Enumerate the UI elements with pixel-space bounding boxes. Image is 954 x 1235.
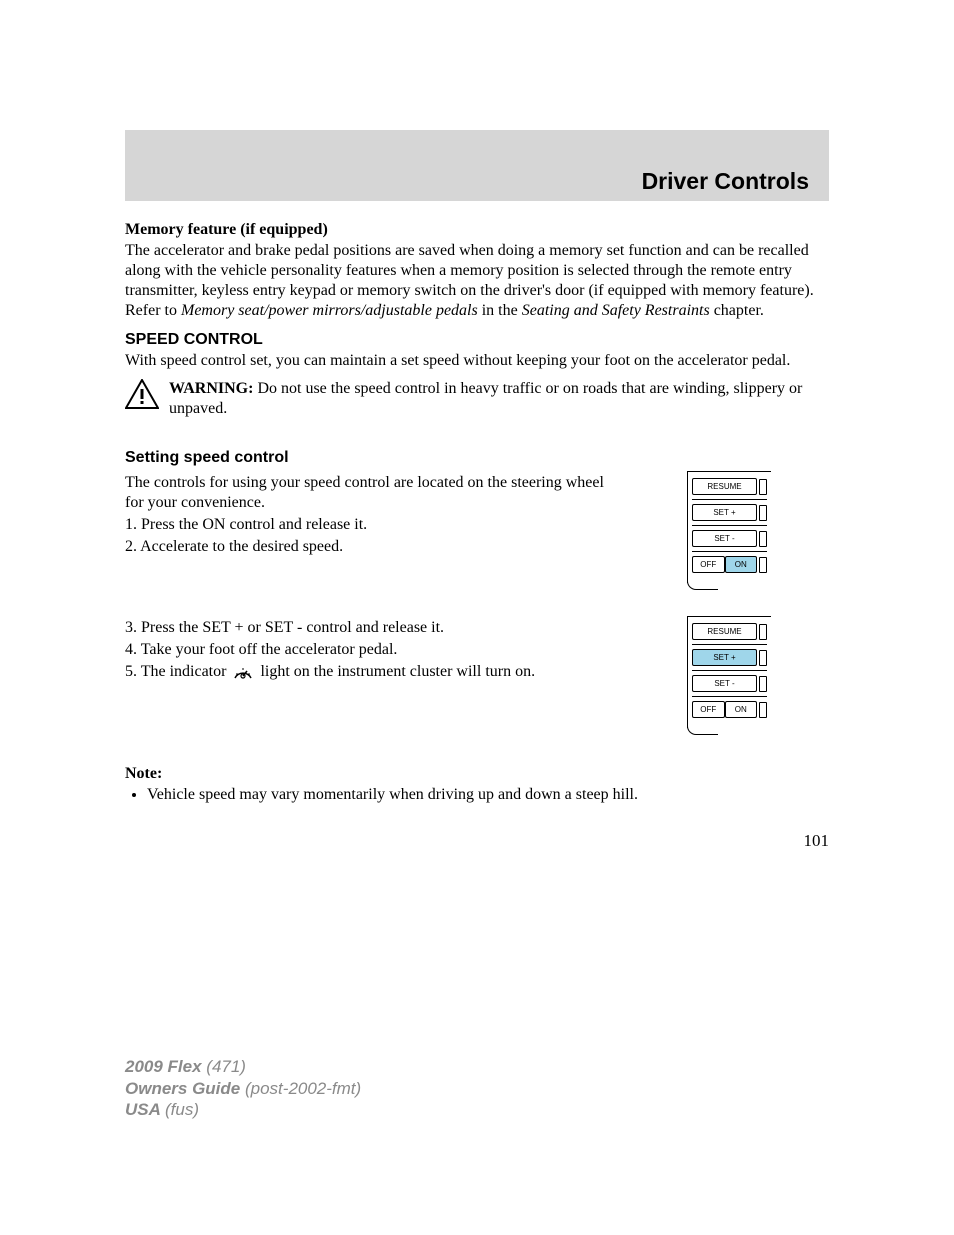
resume-tab (759, 479, 767, 495)
on-button-highlighted: ON (725, 556, 758, 573)
setting-b-p3b: light on the instrument cluster will tur… (260, 663, 535, 680)
warning-triangle-icon (125, 379, 159, 409)
setting-b-p3a: 5. The indicator (125, 663, 230, 680)
setting-b-p1: 3. Press the SET + or SET - control and … (125, 618, 609, 638)
setp-tab-2 (759, 650, 767, 666)
setm-tab-2 (759, 676, 767, 692)
note-heading: Note: (125, 765, 162, 782)
note-item-1: Vehicle speed may vary momentarily when … (147, 785, 829, 805)
off-button: OFF (692, 556, 725, 573)
setting-b-p3: 5. The indicator light on the instrument… (125, 662, 609, 682)
cruise-indicator-icon (232, 664, 254, 680)
memory-text-c: in the (478, 302, 522, 319)
set-plus-button-highlighted: SET + (692, 649, 757, 666)
resume-button: RESUME (692, 478, 757, 495)
setting-a-p3: 2. Accelerate to the desired speed. (125, 537, 609, 557)
setting-a-p1: The controls for using your speed contro… (125, 473, 609, 513)
speed-intro: With speed control set, you can maintain… (125, 351, 829, 371)
footer: 2009 Flex (471) Owners Guide (post-2002-… (125, 1056, 361, 1120)
on-tab (759, 557, 767, 573)
setting-block-b: 3. Press the SET + or SET - control and … (125, 616, 829, 735)
memory-heading: Memory feature (if equipped) (125, 221, 829, 239)
on-button-2: ON (725, 701, 758, 718)
setting-block-a: The controls for using your speed contro… (125, 471, 829, 590)
set-plus-button: SET + (692, 504, 757, 521)
warning-text: WARNING: Do not use the speed control in… (169, 379, 829, 419)
warning-label: WARNING: (169, 380, 253, 397)
setting-b-p2: 4. Take your foot off the accelerator pe… (125, 640, 609, 660)
setting-a-p2: 1. Press the ON control and release it. (125, 515, 609, 535)
warning-body: Do not use the speed control in heavy tr… (169, 380, 802, 417)
setting-speed-heading: Setting speed control (125, 449, 829, 467)
set-minus-button: SET - (692, 530, 757, 547)
memory-text-b: Memory seat/power mirrors/adjustable ped… (181, 302, 478, 319)
on-tab-2 (759, 702, 767, 718)
speed-control-panel-1: RESUME SET + SET - OFF ON (687, 471, 771, 590)
memory-paragraph: The accelerator and brake pedal position… (125, 241, 829, 321)
page-number: 101 (125, 831, 829, 851)
setp-tab (759, 505, 767, 521)
footer-l3a: USA (125, 1100, 165, 1119)
speed-control-panel-2: RESUME SET + SET - OFF ON (687, 616, 771, 735)
footer-l2a: Owners Guide (125, 1079, 245, 1098)
warning-block: WARNING: Do not use the speed control in… (125, 377, 829, 421)
chapter-title: Driver Controls (642, 168, 809, 195)
memory-text-e: chapter. (710, 302, 764, 319)
setm-tab (759, 531, 767, 547)
set-minus-button-2: SET - (692, 675, 757, 692)
resume-tab-2 (759, 624, 767, 640)
resume-button-2: RESUME (692, 623, 757, 640)
note-list: Vehicle speed may vary momentarily when … (125, 785, 829, 805)
footer-l3b: (fus) (165, 1100, 199, 1119)
footer-l2b: (post-2002-fmt) (245, 1079, 361, 1098)
speed-control-heading: SPEED CONTROL (125, 331, 829, 349)
footer-l1a: 2009 Flex (125, 1057, 206, 1076)
memory-text-d: Seating and Safety Restraints (522, 302, 710, 319)
off-button-2: OFF (692, 701, 725, 718)
footer-l1b: (471) (206, 1057, 246, 1076)
chapter-header-band: Driver Controls (125, 130, 829, 201)
